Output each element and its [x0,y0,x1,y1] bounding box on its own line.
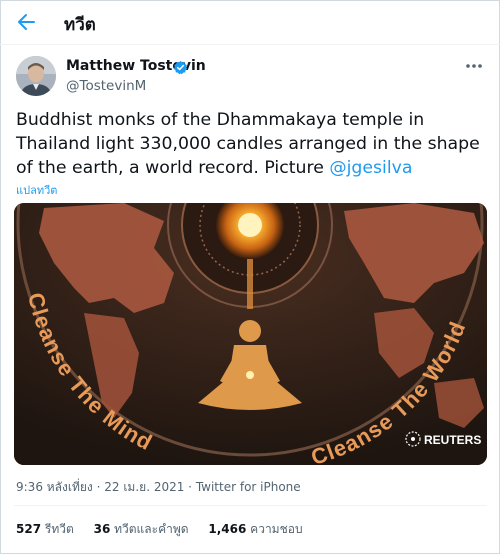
quotes-count: 36 [93,522,111,536]
translate-link[interactable]: แปลทวีต [16,181,57,199]
quotes-label: ทวีตและคำพูด [110,522,189,536]
author-handle[interactable]: @TostevinM [66,78,146,94]
retweets-stat[interactable]: 527 รีทวีต [16,522,74,536]
tweet-date[interactable]: 22 เม.ย. 2021 [104,480,184,494]
likes-label: ความชอบ [246,522,303,536]
avatar[interactable] [16,56,56,96]
retweets-label: รีทวีต [41,522,74,536]
divider [14,505,487,506]
photo-watermark: REUTERS [424,433,481,447]
tweet-meta: 9:36 หลังเที่ยง · 22 เม.ย. 2021 · Twitte… [16,478,301,497]
tweet-text: Buddhist monks of the Dhammakaya temple … [16,108,490,180]
more-options-icon[interactable] [464,58,484,72]
tweet-time[interactable]: 9:36 หลังเที่ยง [16,480,93,494]
retweets-count: 527 [16,522,42,536]
likes-stat[interactable]: 1,466 ความชอบ [208,522,302,536]
verified-badge-icon [173,60,188,75]
tweet-photo[interactable]: Cleanse The Mind Cleanse The World REUTE… [14,203,487,465]
engagement-stats: 527 รีทวีต 36 ทวีตและคำพูด 1,466 ความชอบ [16,520,319,539]
page-header: ทวีต [0,0,500,45]
meta-separator-2: · [184,480,196,494]
meta-separator: · [92,480,105,494]
mention-link[interactable]: @jgesilva [329,158,412,178]
back-arrow-icon[interactable] [14,9,40,35]
quotes-stat[interactable]: 36 ทวีตและคำพูด [94,522,189,536]
page-title: ทวีต [64,15,96,35]
tweet-source[interactable]: Twitter for iPhone [196,480,301,494]
likes-count: 1,466 [208,522,247,536]
